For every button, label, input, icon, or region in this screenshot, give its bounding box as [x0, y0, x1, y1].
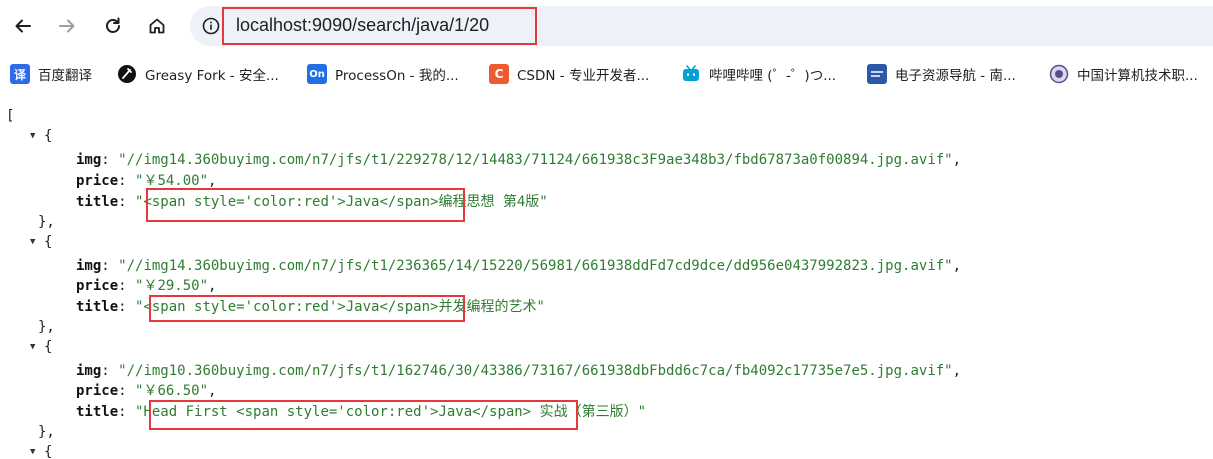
greasy-fork-icon [117, 64, 137, 84]
json-key: title [76, 194, 119, 210]
bookmark-label: 中国计算机技术职... [1077, 68, 1198, 84]
json-string-value: "￥66.50" [135, 383, 209, 399]
json-key: img [76, 258, 102, 274]
json-key: price [76, 383, 119, 399]
json-string-value: "￥54.00" [135, 173, 209, 189]
bookmark-processon[interactable]: On ProcessOn - 我的... [307, 63, 459, 85]
home-icon [149, 18, 165, 34]
bookmark-greasy-fork[interactable]: Greasy Fork - 安全... [117, 63, 279, 85]
e-resource-icon [867, 64, 887, 84]
title-highlight-box [146, 188, 465, 222]
baidu-translate-icon: 译 [10, 64, 30, 84]
json-property-img: img: "//img14.360buyimg.com/n7/jfs/t1/23… [76, 258, 962, 274]
bookmark-label: 哔哩哔哩 (゜-゜)つ... [709, 68, 837, 84]
bookmark-bilibili[interactable]: 哔哩哔哩 (゜-゜)つ... [681, 63, 836, 85]
forward-button[interactable] [50, 9, 84, 43]
bookmark-label: 百度翻译 [38, 68, 92, 84]
bookmarks-bar: 译 百度翻译 Greasy Fork - 安全... On ProcessOn … [0, 56, 1213, 94]
ccf-icon [1049, 64, 1069, 84]
url-highlight-box [222, 7, 537, 45]
json-key: img [76, 363, 102, 379]
json-string-value: "//img14.360buyimg.com/n7/jfs/t1/229278/… [118, 152, 953, 168]
browser-toolbar: localhost:9090/search/java/1/20 [0, 0, 1213, 54]
bookmark-ccf[interactable]: 中国计算机技术职... [1049, 63, 1198, 85]
csdn-icon: C [489, 64, 509, 84]
reload-button[interactable] [96, 9, 130, 43]
collapse-toggle-icon[interactable]: ▼ [30, 131, 35, 141]
json-property-img: img: "//img14.360buyimg.com/n7/jfs/t1/22… [76, 152, 962, 168]
json-string-value: "￥29.50" [135, 278, 209, 294]
bookmark-label: CSDN - 专业开发者... [517, 68, 650, 84]
reload-icon [106, 17, 120, 33]
collapse-toggle-icon[interactable]: ▼ [30, 447, 35, 457]
bookmark-csdn[interactable]: C CSDN - 专业开发者... [489, 63, 649, 85]
title-highlight-box [149, 400, 578, 430]
bookmark-e-resource[interactable]: 电子资源导航 - 南... [867, 63, 1016, 85]
json-key: price [76, 173, 119, 189]
collapse-toggle-icon[interactable]: ▼ [30, 342, 35, 352]
json-viewer: [ ▼ { img: "//img14.360buyimg.com/n7/jfs… [0, 100, 1213, 459]
json-string-value: "//img10.360buyimg.com/n7/jfs/t1/162746/… [118, 363, 953, 379]
bookmark-baidu-translate[interactable]: 译 百度翻译 [10, 63, 92, 85]
object-close-brace: }, [38, 319, 55, 335]
home-button[interactable] [140, 9, 174, 43]
bookmark-label: Greasy Fork - 安全... [145, 68, 279, 84]
title-highlight-box [149, 295, 465, 322]
json-property-img: img: "//img10.360buyimg.com/n7/jfs/t1/16… [76, 363, 962, 379]
json-property-price: price: "￥66.50", [76, 383, 217, 399]
object-open-brace: { [44, 339, 53, 355]
back-button[interactable] [6, 9, 40, 43]
bookmark-label: 电子资源导航 - 南... [895, 68, 1016, 84]
forward-arrow-icon [59, 19, 75, 33]
json-key: price [76, 278, 119, 294]
object-open-brace: { [44, 128, 53, 144]
object-open-brace: { [44, 234, 53, 250]
json-key: img [76, 152, 102, 168]
processon-icon: On [307, 64, 327, 84]
json-property-price: price: "￥29.50", [76, 278, 217, 294]
array-open-bracket: [ [6, 108, 15, 124]
object-close-brace: }, [38, 424, 55, 440]
site-info-icon[interactable] [202, 17, 220, 35]
object-close-brace: }, [38, 214, 55, 230]
bilibili-icon [681, 64, 701, 84]
json-key: title [76, 404, 119, 420]
back-arrow-icon [15, 19, 31, 33]
json-key: title [76, 299, 119, 315]
collapse-toggle-icon[interactable]: ▼ [30, 237, 35, 247]
object-open-brace: { [44, 444, 53, 459]
bookmark-label: ProcessOn - 我的... [335, 68, 459, 84]
json-string-value: "//img14.360buyimg.com/n7/jfs/t1/236365/… [118, 258, 953, 274]
